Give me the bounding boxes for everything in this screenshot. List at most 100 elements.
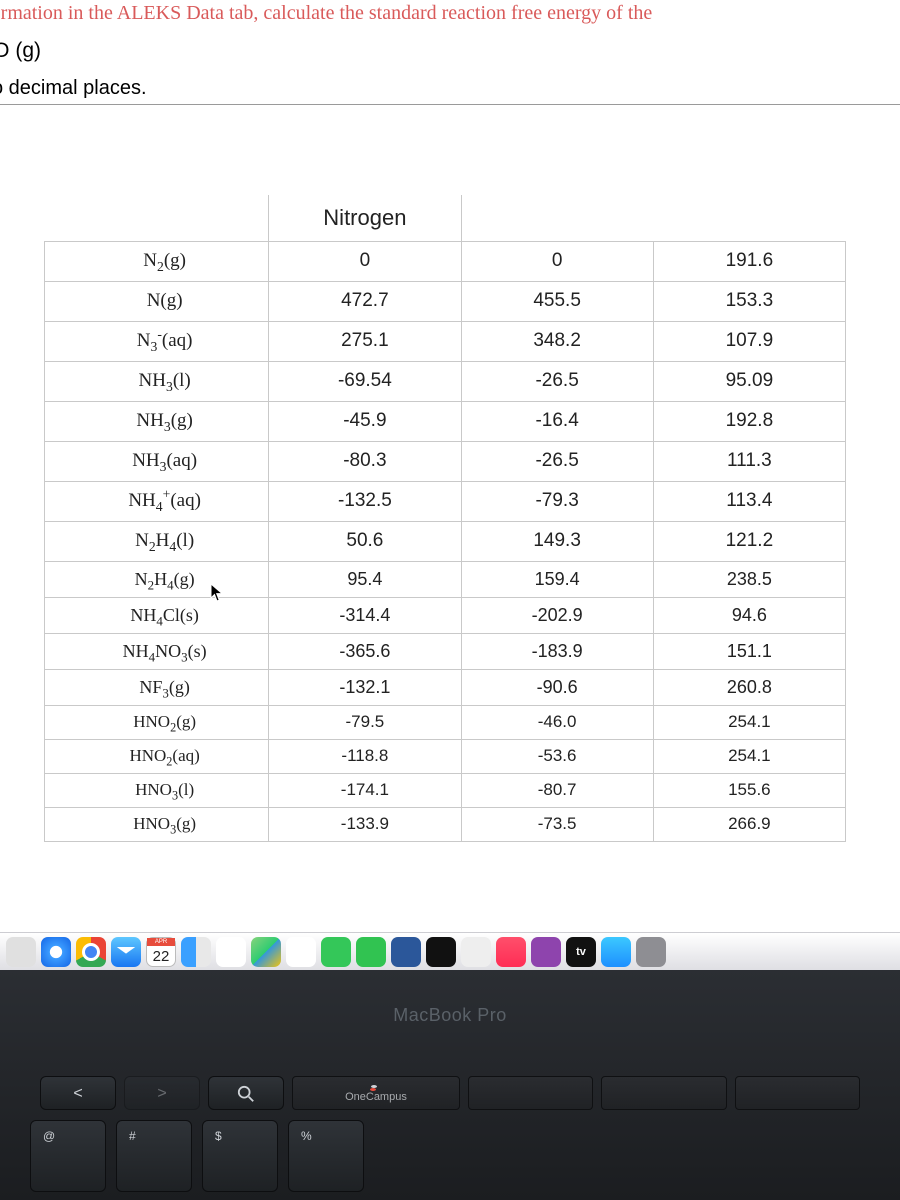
- species-formula: N(g): [45, 281, 269, 321]
- section-header: Nitrogen: [269, 195, 461, 241]
- key-hash[interactable]: #: [116, 1120, 192, 1192]
- value-col3: -16.4: [461, 401, 653, 441]
- calendar-icon[interactable]: 22: [146, 937, 176, 967]
- value-col4: 94.6: [653, 597, 845, 633]
- touchbar-app-label: OneCampus: [345, 1091, 407, 1103]
- key-dollar[interactable]: $: [202, 1120, 278, 1192]
- table-row: NH4NO3(s)-365.6-183.9151.1: [45, 633, 846, 669]
- value-col4: 151.1: [653, 633, 845, 669]
- species-formula: N2H4(l): [45, 521, 269, 561]
- fwd-key[interactable]: >: [124, 1076, 200, 1110]
- music-icon[interactable]: [496, 937, 526, 967]
- blank-header: [461, 195, 653, 241]
- value-col4: 266.9: [653, 807, 845, 841]
- value-col4: 260.8: [653, 669, 845, 705]
- table-row: N2(g)00191.6: [45, 241, 846, 281]
- value-col2: -133.9: [269, 807, 461, 841]
- messages-icon[interactable]: [321, 937, 351, 967]
- table-row: HNO3(g)-133.9-73.5266.9: [45, 807, 846, 841]
- divider: [0, 104, 900, 105]
- species-formula: HNO2(g): [45, 705, 269, 739]
- system-prefs-icon[interactable]: [636, 937, 666, 967]
- value-col2: -365.6: [269, 633, 461, 669]
- blank-header: [653, 195, 845, 241]
- touchbar-app-button[interactable]: OneCampus: [292, 1076, 460, 1110]
- safari-icon[interactable]: [41, 937, 71, 967]
- macos-dock: 22 tv: [0, 932, 900, 970]
- table-row: NF3(g)-132.1-90.6260.8: [45, 669, 846, 705]
- table-row: HNO2(aq)-118.8-53.6254.1: [45, 739, 846, 773]
- value-col4: 95.09: [653, 361, 845, 401]
- value-col2: -69.54: [269, 361, 461, 401]
- usb-device-icon[interactable]: [461, 937, 491, 967]
- value-col3: -26.5: [461, 441, 653, 481]
- table-row: NH3(aq)-80.3-26.5111.3: [45, 441, 846, 481]
- value-col3: -79.3: [461, 481, 653, 521]
- photos-icon[interactable]: [286, 937, 316, 967]
- table-row: N(g)472.7455.5153.3: [45, 281, 846, 321]
- value-col4: 254.1: [653, 739, 845, 773]
- table-row: N3-(aq)275.1348.2107.9: [45, 321, 846, 361]
- value-col4: 238.5: [653, 561, 845, 597]
- value-col2: -174.1: [269, 773, 461, 807]
- stocks-icon[interactable]: [426, 937, 456, 967]
- touchbar-segment[interactable]: [601, 1076, 726, 1110]
- value-col3: -26.5: [461, 361, 653, 401]
- table-row: N2H4(g)95.4159.4238.5: [45, 561, 846, 597]
- value-col2: 275.1: [269, 321, 461, 361]
- value-col4: 107.9: [653, 321, 845, 361]
- key-percent[interactable]: %: [288, 1120, 364, 1192]
- value-col2: 95.4: [269, 561, 461, 597]
- table-row: HNO2(g)-79.5-46.0254.1: [45, 705, 846, 739]
- question-text-line2: NO (g): [0, 39, 900, 77]
- question-text-line3: o decimal places.: [0, 77, 900, 104]
- appstore-icon[interactable]: [601, 937, 631, 967]
- value-col3: -80.7: [461, 773, 653, 807]
- table-row: NH4Cl(s)-314.4-202.994.6: [45, 597, 846, 633]
- dock-icon-generic[interactable]: [6, 937, 36, 967]
- value-col3: -53.6: [461, 739, 653, 773]
- species-formula: HNO3(g): [45, 807, 269, 841]
- value-col3: -73.5: [461, 807, 653, 841]
- chrome-icon[interactable]: [76, 937, 106, 967]
- species-formula: N2(g): [45, 241, 269, 281]
- finder-icon[interactable]: [181, 937, 211, 967]
- reminders-icon[interactable]: [216, 937, 246, 967]
- key-at[interactable]: @: [30, 1120, 106, 1192]
- value-col4: 113.4: [653, 481, 845, 521]
- value-col2: 472.7: [269, 281, 461, 321]
- calendar-day: 22: [153, 948, 170, 966]
- value-col2: -132.1: [269, 669, 461, 705]
- formula-no-g: NO (g): [0, 39, 41, 62]
- appletv-icon[interactable]: tv: [566, 937, 596, 967]
- touch-bar: < > OneCampus: [0, 1076, 900, 1110]
- facetime-icon[interactable]: [356, 937, 386, 967]
- value-col2: 50.6: [269, 521, 461, 561]
- touchbar-segment[interactable]: [735, 1076, 860, 1110]
- escape-key[interactable]: <: [40, 1076, 116, 1110]
- podcasts-icon[interactable]: [531, 937, 561, 967]
- value-col2: -45.9: [269, 401, 461, 441]
- value-col3: 159.4: [461, 561, 653, 597]
- mail-icon[interactable]: [111, 937, 141, 967]
- search-key[interactable]: [208, 1076, 284, 1110]
- touchbar-segment[interactable]: [468, 1076, 593, 1110]
- value-col3: -183.9: [461, 633, 653, 669]
- word-icon[interactable]: [391, 937, 421, 967]
- question-text-line1: nformation in the ALEKS Data tab, calcul…: [0, 0, 900, 39]
- table-section-row: Nitrogen: [45, 195, 846, 241]
- value-col2: -80.3: [269, 441, 461, 481]
- question-header: nformation in the ALEKS Data tab, calcul…: [0, 0, 900, 113]
- species-formula: NH4Cl(s): [45, 597, 269, 633]
- value-col4: 155.6: [653, 773, 845, 807]
- species-formula: NH3(aq): [45, 441, 269, 481]
- maps-icon[interactable]: [251, 937, 281, 967]
- value-col3: 455.5: [461, 281, 653, 321]
- blank-header: [45, 195, 269, 241]
- value-col3: -202.9: [461, 597, 653, 633]
- value-col4: 153.3: [653, 281, 845, 321]
- value-col3: 149.3: [461, 521, 653, 561]
- table-row: NH3(g)-45.9-16.4192.8: [45, 401, 846, 441]
- value-col3: -46.0: [461, 705, 653, 739]
- table-row: N2H4(l)50.6149.3121.2: [45, 521, 846, 561]
